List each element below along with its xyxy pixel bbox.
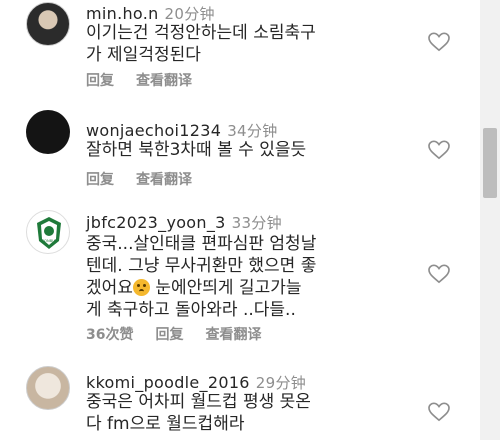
avatar[interactable]: JEONBUK: [26, 210, 70, 254]
scrollbar-track[interactable]: [480, 0, 500, 440]
comment-line-part: 눈에안띄게 길고가늘: [149, 278, 302, 298]
username-text[interactable]: min.ho.n: [86, 4, 159, 23]
heart-outline-icon[interactable]: [428, 264, 450, 284]
heart-outline-icon[interactable]: [428, 32, 450, 52]
translate-button[interactable]: 查看翻译: [136, 172, 192, 188]
comment-line: 겠어요 눈에안띄게 길고가늘: [86, 277, 426, 299]
comment-text: 이기는건 걱정안하는데 소림축구 가 제일걱정된다: [86, 22, 426, 66]
avatar[interactable]: [26, 110, 70, 154]
comment-username[interactable]: jbfc2023_yoon_3 33分钟: [86, 212, 282, 233]
comment-line-part: 겠어요: [86, 278, 133, 298]
comment-time: 33分钟: [231, 214, 282, 232]
comment-line: 중국...살인태클 편파심판 엄청날: [86, 234, 317, 254]
likes-count[interactable]: 36次赞: [86, 327, 133, 343]
avatar[interactable]: [26, 2, 70, 46]
worried-face-emoji-icon: [132, 279, 150, 296]
reply-button[interactable]: 回复: [86, 172, 114, 188]
scrollbar-thumb[interactable]: [483, 128, 497, 198]
username-text[interactable]: jbfc2023_yoon_3: [86, 213, 226, 232]
logo-text: JEONBUK: [40, 239, 58, 243]
translate-button[interactable]: 查看翻译: [136, 73, 192, 89]
comment-line: 이기는건 걱정안하는데 소림축구: [86, 23, 316, 43]
comment-time: 34分钟: [227, 122, 278, 140]
comment-username[interactable]: min.ho.n 20分钟: [86, 3, 215, 24]
comment-time: 20分钟: [164, 5, 215, 23]
comment-line: 중국은 어차피 월드컵 평생 못온: [86, 392, 311, 412]
comment-line: 다 fm으로 월드컵해라: [86, 414, 245, 434]
reply-button[interactable]: 回复: [86, 73, 114, 89]
comment-text: 중국...살인태클 편파심판 엄청날 텐데. 그냥 무사귀환만 했으면 좋 겠어…: [86, 233, 426, 321]
comment-text: 잘하면 북한3차때 볼 수 있을듯: [86, 139, 426, 161]
comment-username[interactable]: kkomi_poodle_2016 29分钟: [86, 372, 306, 393]
comment-time: 29分钟: [255, 374, 307, 392]
comment-actions: 回复 查看翻译: [86, 70, 214, 90]
comment-line: 텐데. 그냥 무사귀환만 했으면 좋: [86, 256, 317, 276]
comment-actions: 36次赞 回复 查看翻译: [86, 324, 283, 344]
translate-button[interactable]: 查看翻译: [205, 327, 261, 343]
username-text[interactable]: kkomi_poodle_2016: [86, 373, 250, 392]
comment-line: 잘하면 북한3차때 볼 수 있을듯: [86, 140, 307, 160]
heart-outline-icon[interactable]: [428, 402, 450, 422]
comment-line: 게 축구하고 돌아와라 ..다들..: [86, 300, 296, 320]
comment-actions: 回复 查看翻译: [86, 169, 214, 189]
comment-text: 중국은 어차피 월드컵 평생 못온 다 fm으로 월드컵해라: [86, 391, 426, 435]
avatar[interactable]: [26, 366, 70, 410]
comment-line: 가 제일걱정된다: [86, 45, 201, 65]
jeonbuk-logo-icon: JEONBUK: [37, 217, 61, 249]
heart-outline-icon[interactable]: [428, 140, 450, 160]
username-text[interactable]: wonjaechoi1234: [86, 121, 221, 140]
reply-button[interactable]: 回复: [155, 327, 183, 343]
comment-username[interactable]: wonjaechoi1234 34分钟: [86, 120, 278, 141]
